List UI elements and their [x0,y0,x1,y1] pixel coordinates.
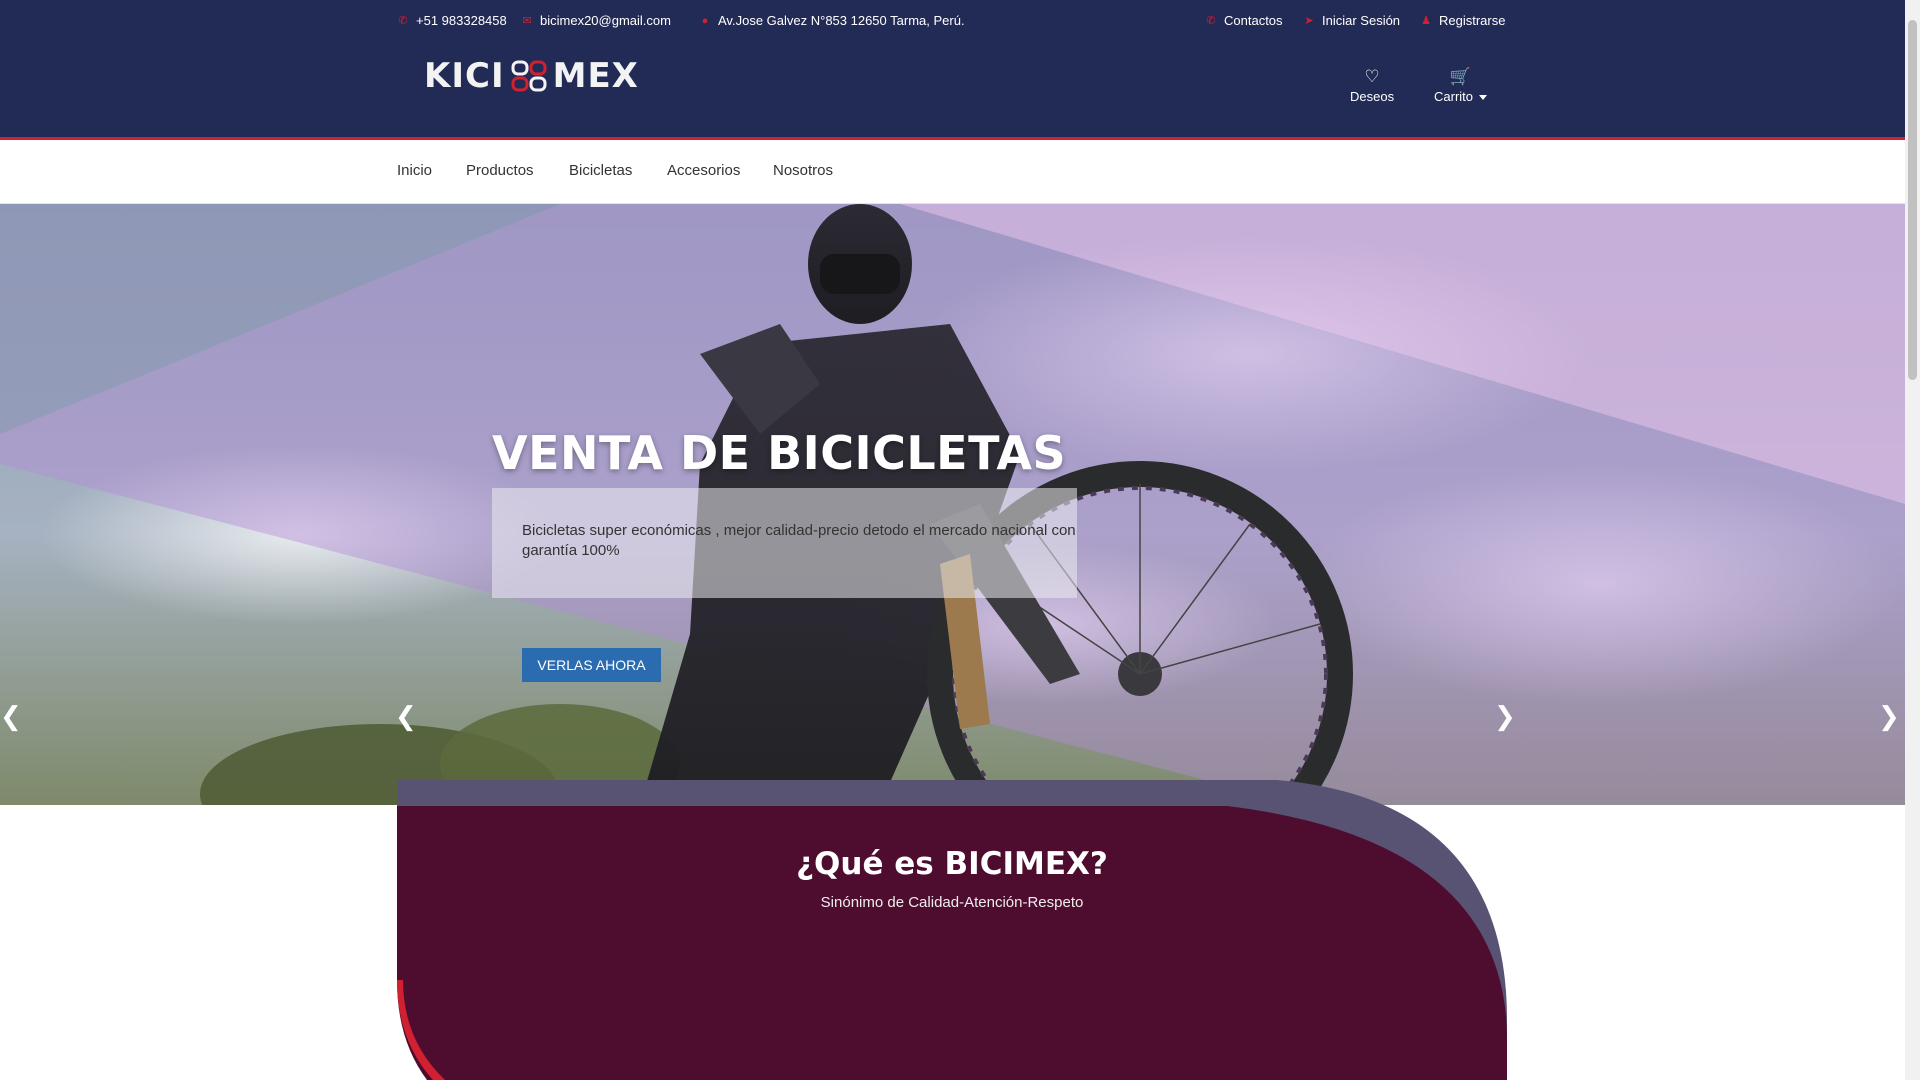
about-subtitle: Sinónimo de Calidad-Atención-Respeto [820,894,1084,911]
cart-dropdown[interactable]: 🛒 Carrito [1434,67,1488,104]
page-scrollbar[interactable] [1905,0,1920,1080]
hero-title: VENTA DE BICICLETAS [492,426,1067,480]
nav-item-inicio[interactable]: Inicio [397,162,432,179]
phone-info[interactable]: ✆ +51 983328458 [398,13,507,28]
nav-item-accesorios[interactable]: Accesorios [667,162,740,179]
about-title: ¿Qué es BICIMEX? [796,846,1108,882]
wishlist-button[interactable]: ♡ Deseos [1350,67,1395,105]
wishlist-label: Deseos [1350,89,1395,104]
register-link[interactable]: ♟ Registrarse [1421,13,1505,28]
shopping-cart-icon: 🛒 [1449,67,1472,86]
caret-down-icon [1479,95,1488,101]
view-bikes-button[interactable]: VERLAS AHORA [522,648,661,682]
cart-label: Carrito [1434,89,1474,104]
logo-text-right: MEX [552,56,639,96]
register-label: Registrarse [1439,13,1506,28]
map-marker-icon: ● [701,14,709,27]
heart-icon: ♡ [1364,67,1380,86]
carousel-prev-outer-icon[interactable]: ❮ [0,702,22,732]
address-info: ● Av.Jose Galvez N°853 12650 Tarma, Perú… [700,13,965,28]
carousel-next-outer-icon[interactable]: ❯ [1878,702,1900,732]
hero-caption-box: Bicicletas super económicas , mejor cali… [492,488,1077,598]
about-section: ¿Qué es BICIMEX? Sinónimo de Calidad-Ate… [397,780,1507,1080]
hero-carousel: VENTA DE BICICLETAS Bicicletas super eco… [0,204,1905,805]
address-text: Av.Jose Galvez N°853 12650 Tarma, Perú. [718,13,965,28]
carousel-next-icon[interactable]: ❯ [1494,702,1516,732]
scrollbar-thumb[interactable] [1908,20,1917,380]
hero-caption-text: Bicicletas super económicas , mejor cali… [522,522,1076,559]
login-label: Iniciar Sesión [1322,13,1401,28]
cart-label-wrap: Carrito [1434,89,1488,104]
carousel-prev-icon[interactable]: ❮ [395,702,417,732]
login-link[interactable]: ➤ Iniciar Sesión [1304,13,1400,28]
envelope-icon: ✉ [522,15,532,27]
sign-in-icon: ➤ [1304,15,1314,27]
phone-number: +51 983328458 [416,13,507,28]
nav-item-bicicletas[interactable]: Bicicletas [569,162,632,179]
top-contact-bar: ✆ +51 983328458 ✉ bicimex20@gmail.com ● … [0,0,1905,40]
phone-icon: ✆ [1206,15,1216,27]
about-background-shape [397,780,1507,1080]
site-logo[interactable]: KICI MEX [424,56,639,96]
email-info[interactable]: ✉ bicimex20@gmail.com [522,13,671,28]
main-navigation: Inicio Productos Bicicletas Accesorios N… [0,143,1905,204]
email-address: bicimex20@gmail.com [540,13,671,28]
user-icon: ♟ [1421,15,1431,27]
nav-item-productos[interactable]: Productos [466,162,534,179]
contacts-link[interactable]: ✆ Contactos [1206,13,1283,28]
bike-chain-logo-icon [511,58,547,94]
site-header: KICI MEX ♡ Deseos 🛒 Carrito [0,40,1905,140]
nav-item-nosotros[interactable]: Nosotros [773,162,833,179]
contacts-label: Contactos [1224,13,1283,28]
logo-text-left: KICI [424,56,505,96]
phone-icon: ✆ [398,15,408,27]
